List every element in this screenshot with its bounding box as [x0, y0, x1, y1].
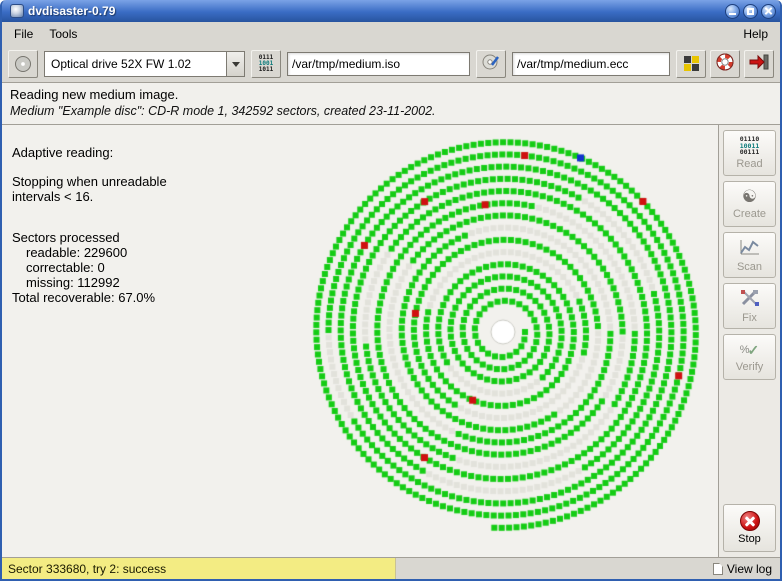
close-button[interactable]	[761, 4, 776, 19]
ecc-path-input[interactable]	[512, 52, 670, 76]
verify-icon: % ✓	[740, 341, 760, 359]
fix-label: Fix	[742, 312, 757, 324]
sectors-processed-title: Sectors processed	[12, 230, 167, 245]
scan-label: Scan	[737, 261, 762, 273]
create-label: Create	[733, 208, 766, 220]
fix-tools-icon	[740, 289, 760, 310]
quit-button[interactable]	[744, 50, 774, 78]
binary-line: 1011	[259, 67, 273, 73]
window-title: dvdisaster-0.79	[28, 4, 115, 18]
stop-button[interactable]: Stop	[723, 504, 776, 552]
binary-line: 00111	[740, 149, 760, 156]
medium-info-line: Medium "Example disc": CD-R mode 1, 3425…	[10, 104, 772, 118]
toolbar: Optical drive 52X FW 1.02 0111 1001 1011	[2, 45, 780, 83]
missing-count: missing: 112992	[12, 275, 167, 290]
reading-panel: Adaptive reading: Stopping when unreadab…	[2, 125, 718, 557]
checkmark-glyph: ✓	[748, 342, 760, 359]
log-file-icon	[713, 563, 723, 575]
binary-file-icon: 0111 1001 1011	[259, 55, 273, 73]
quit-arrow-icon	[749, 54, 769, 73]
disc-spiral-visualization	[298, 127, 708, 537]
read-icon: 01110 10011 00111	[740, 136, 760, 156]
drive-select-value: Optical drive 52X FW 1.02	[45, 57, 226, 71]
action-sidebar: 01110 10011 00111 Read ☯ Create	[718, 125, 780, 557]
app-window: dvdisaster-0.79 File Tools Help Optical …	[0, 0, 782, 581]
view-log-label: View log	[727, 562, 772, 576]
drive-select[interactable]: Optical drive 52X FW 1.02	[44, 51, 245, 77]
menu-help[interactable]: Help	[735, 24, 776, 44]
titlebar[interactable]: dvdisaster-0.79	[2, 0, 780, 22]
window-controls	[722, 4, 776, 19]
close-icon	[764, 7, 773, 16]
chevron-down-icon	[226, 52, 244, 76]
iso-path-input[interactable]	[287, 52, 470, 76]
stopping-condition-line2: intervals < 16.	[12, 189, 167, 204]
maximize-button[interactable]	[743, 4, 758, 19]
scan-icon	[739, 238, 761, 259]
correctable-count: correctable: 0	[12, 260, 167, 275]
app-icon	[10, 4, 24, 18]
create-icon: ☯	[742, 188, 757, 206]
status-header: Reading new medium image. Medium "Exampl…	[2, 83, 780, 125]
iso-file-button[interactable]: 0111 1001 1011	[251, 50, 281, 78]
view-log-button[interactable]: View log	[705, 562, 780, 576]
minimize-button[interactable]	[725, 4, 740, 19]
read-button[interactable]: 01110 10011 00111 Read	[723, 130, 776, 176]
stop-label: Stop	[738, 533, 761, 545]
adaptive-reading-title: Adaptive reading:	[12, 145, 167, 160]
create-button[interactable]: ☯ Create	[723, 181, 776, 227]
toolbar-right-group	[676, 50, 774, 78]
statusbar: Sector 333680, try 2: success View log	[2, 557, 780, 579]
menu-file[interactable]: File	[6, 24, 41, 44]
stopping-condition-line1: Stopping when unreadable	[12, 174, 167, 189]
help-button[interactable]	[710, 50, 740, 78]
read-label: Read	[736, 158, 762, 170]
verify-button[interactable]: % ✓ Verify	[723, 334, 776, 380]
content-area: Adaptive reading: Stopping when unreadab…	[2, 125, 780, 557]
verify-label: Verify	[736, 361, 764, 373]
ecc-file-button[interactable]	[476, 50, 506, 78]
stop-icon	[740, 511, 760, 531]
action-status-line: Reading new medium image.	[10, 87, 772, 102]
ecc-file-icon	[482, 53, 500, 74]
menubar: File Tools Help	[2, 22, 780, 45]
preferences-icon	[684, 56, 699, 71]
menu-tools[interactable]: Tools	[41, 24, 85, 44]
readable-count: readable: 229600	[12, 245, 167, 260]
scan-button[interactable]: Scan	[723, 232, 776, 278]
reading-info-panel: Adaptive reading: Stopping when unreadab…	[12, 145, 167, 305]
cd-drive-icon	[15, 56, 31, 72]
maximize-icon	[747, 8, 754, 15]
total-recoverable: Total recoverable: 67.0%	[12, 290, 167, 305]
fix-button[interactable]: Fix	[723, 283, 776, 329]
drive-button[interactable]	[8, 50, 38, 78]
minimize-icon	[729, 13, 736, 15]
preferences-button[interactable]	[676, 50, 706, 78]
lifebuoy-help-icon	[715, 52, 735, 75]
status-message: Sector 333680, try 2: success	[2, 558, 396, 579]
